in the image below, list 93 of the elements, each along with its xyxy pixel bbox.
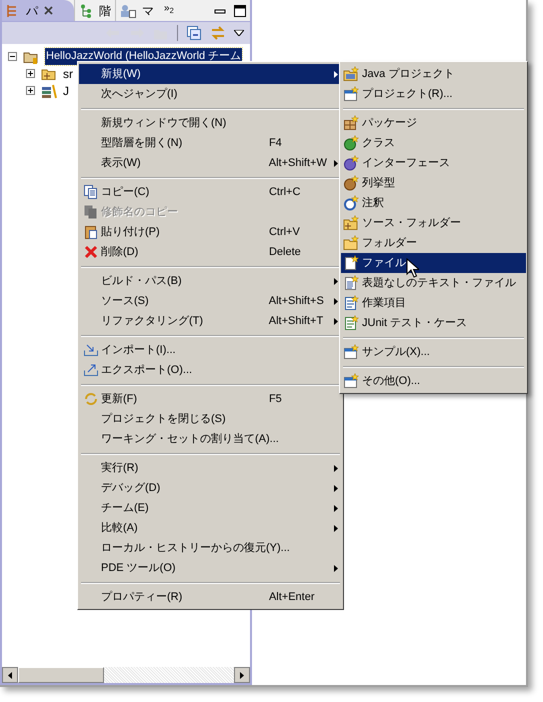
menu-item[interactable]: フォルダー [341,233,526,253]
maximize-icon[interactable] [234,4,246,16]
delete-icon [83,244,99,260]
submenu-arrow-icon [334,298,338,304]
menu-item[interactable]: ビルド・パス(B) [79,271,342,291]
test-file-icon [343,315,359,331]
menu-item[interactable]: クラス [341,133,526,153]
menu-item[interactable]: パッケージ [341,113,526,133]
menu-item[interactable]: 貼り付け(P) Ctrl+V [79,222,342,242]
menu-item[interactable]: PDE ツール(O) [79,558,342,578]
menu-item[interactable]: デバッグ(D) [79,478,342,498]
menu-item[interactable]: ソース(S) Alt+Shift+S [79,291,342,311]
menu-item[interactable]: その他(O)... [341,371,526,391]
submenu-arrow-icon [334,464,338,472]
menu-item[interactable]: Java プロジェクト [341,64,526,84]
view-tab[interactable]: パ [2,0,74,21]
import-icon [83,342,99,358]
horizontal-scrollbar[interactable] [2,667,250,683]
project-icon [343,86,359,102]
submenu-arrow-icon [334,564,338,572]
tab-label: パ [26,2,38,20]
close-icon[interactable] [44,6,53,15]
work-item-icon [343,295,359,311]
project-icon [343,373,359,389]
menu-item[interactable]: 作業項目 [341,293,526,313]
project-icon [343,344,359,360]
expand-toggle-icon[interactable] [26,69,35,78]
menu-item[interactable]: インターフェース [341,153,526,173]
menu-item[interactable]: サンプル(X)... [341,342,526,362]
tab-label: マ [142,2,154,20]
tree-item[interactable]: sr [63,64,73,82]
menu-item[interactable]: ファイル [341,253,526,273]
menu-item[interactable]: チーム(E) [79,498,342,518]
tab-label: 階 [99,2,111,20]
submenu-arrow-icon [334,504,338,512]
members-icon [120,4,136,18]
menu-item[interactable]: 表示(W) Alt+Shift+W [79,153,342,173]
clipboard-icon [83,224,99,240]
menu-item[interactable]: プロパティー(R) Alt+Enter [79,587,342,607]
file-icon [343,255,359,271]
collapse-toggle-icon[interactable] [8,52,17,61]
menu-item[interactable]: 新規ウィンドウで開く(N) [79,113,342,133]
menu-item[interactable]: コピー(C) Ctrl+C [79,182,342,202]
menu-item[interactable]: 型階層を開く(N) F4 [79,133,342,153]
folder-icon [343,235,359,251]
menu-item[interactable]: JUnit テスト・ケース [341,313,526,333]
text-file-icon [343,275,359,291]
menu-item[interactable]: 新規(W) [79,64,342,84]
left-arrow-icon [8,672,12,678]
more-tabs-indicator[interactable]: »$_{2}$ [164,1,174,16]
menu-item[interactable]: プロジェクト(R)... [341,84,526,104]
library-icon [41,82,57,98]
submenu-arrow-icon [334,524,338,532]
menu-item[interactable]: インポート(I)... [79,340,342,360]
submenu-arrow-icon [334,160,338,166]
submenu-arrow-icon [334,278,338,284]
mouse-cursor-icon [406,258,419,278]
menu-item[interactable]: ローカル・ヒストリーからの復元(Y)... [79,538,342,558]
menu-item[interactable]: エクスポート(O)... [79,360,342,380]
export-icon [83,362,99,378]
refresh-icon [83,391,99,407]
menu-item[interactable]: リファクタリング(T) Alt+Shift+T [79,311,342,331]
submenu-arrow-icon [334,484,338,492]
right-arrow-icon [240,672,244,678]
menu-item[interactable]: 次へジャンプ(I) [79,84,342,104]
hierarchy-icon [79,4,93,18]
menu-item[interactable]: 削除(D) Delete [79,242,342,262]
copy-icon [83,204,99,220]
submenu-arrow-icon [334,318,338,324]
tree-item[interactable]: J [63,82,69,100]
annotation-icon [343,195,359,211]
menu-item[interactable]: プロジェクトを閉じる(S) [79,409,342,429]
scroll-thumb[interactable] [18,667,104,683]
menu-item[interactable]: 列挙型 [341,173,526,193]
menu-item[interactable]: 比較(A) [79,518,342,538]
expand-toggle-icon[interactable] [26,86,35,95]
menu-item[interactable]: 表題なしのテキスト・ファイル [341,273,526,293]
interface-icon [343,155,359,171]
menu-item[interactable]: 注釈 [341,193,526,213]
menu-item[interactable]: 実行(R) [79,458,342,478]
source-folder-icon [343,215,359,231]
menu-item[interactable]: ワーキング・セットの割り当て(A)... [79,429,342,449]
package-icon [343,115,359,131]
collapse-all-icon[interactable] [186,25,202,41]
enum-icon [343,175,359,191]
menu-item[interactable]: ソース・フォルダー [341,213,526,233]
folder-icon [343,66,359,82]
view-menu-icon[interactable] [234,30,244,36]
menu-item[interactable]: 更新(F) F5 [79,389,342,409]
scroll-left-button[interactable] [2,667,18,683]
copy-icon [83,184,99,200]
class-icon [343,135,359,151]
scroll-right-button[interactable] [234,667,250,683]
